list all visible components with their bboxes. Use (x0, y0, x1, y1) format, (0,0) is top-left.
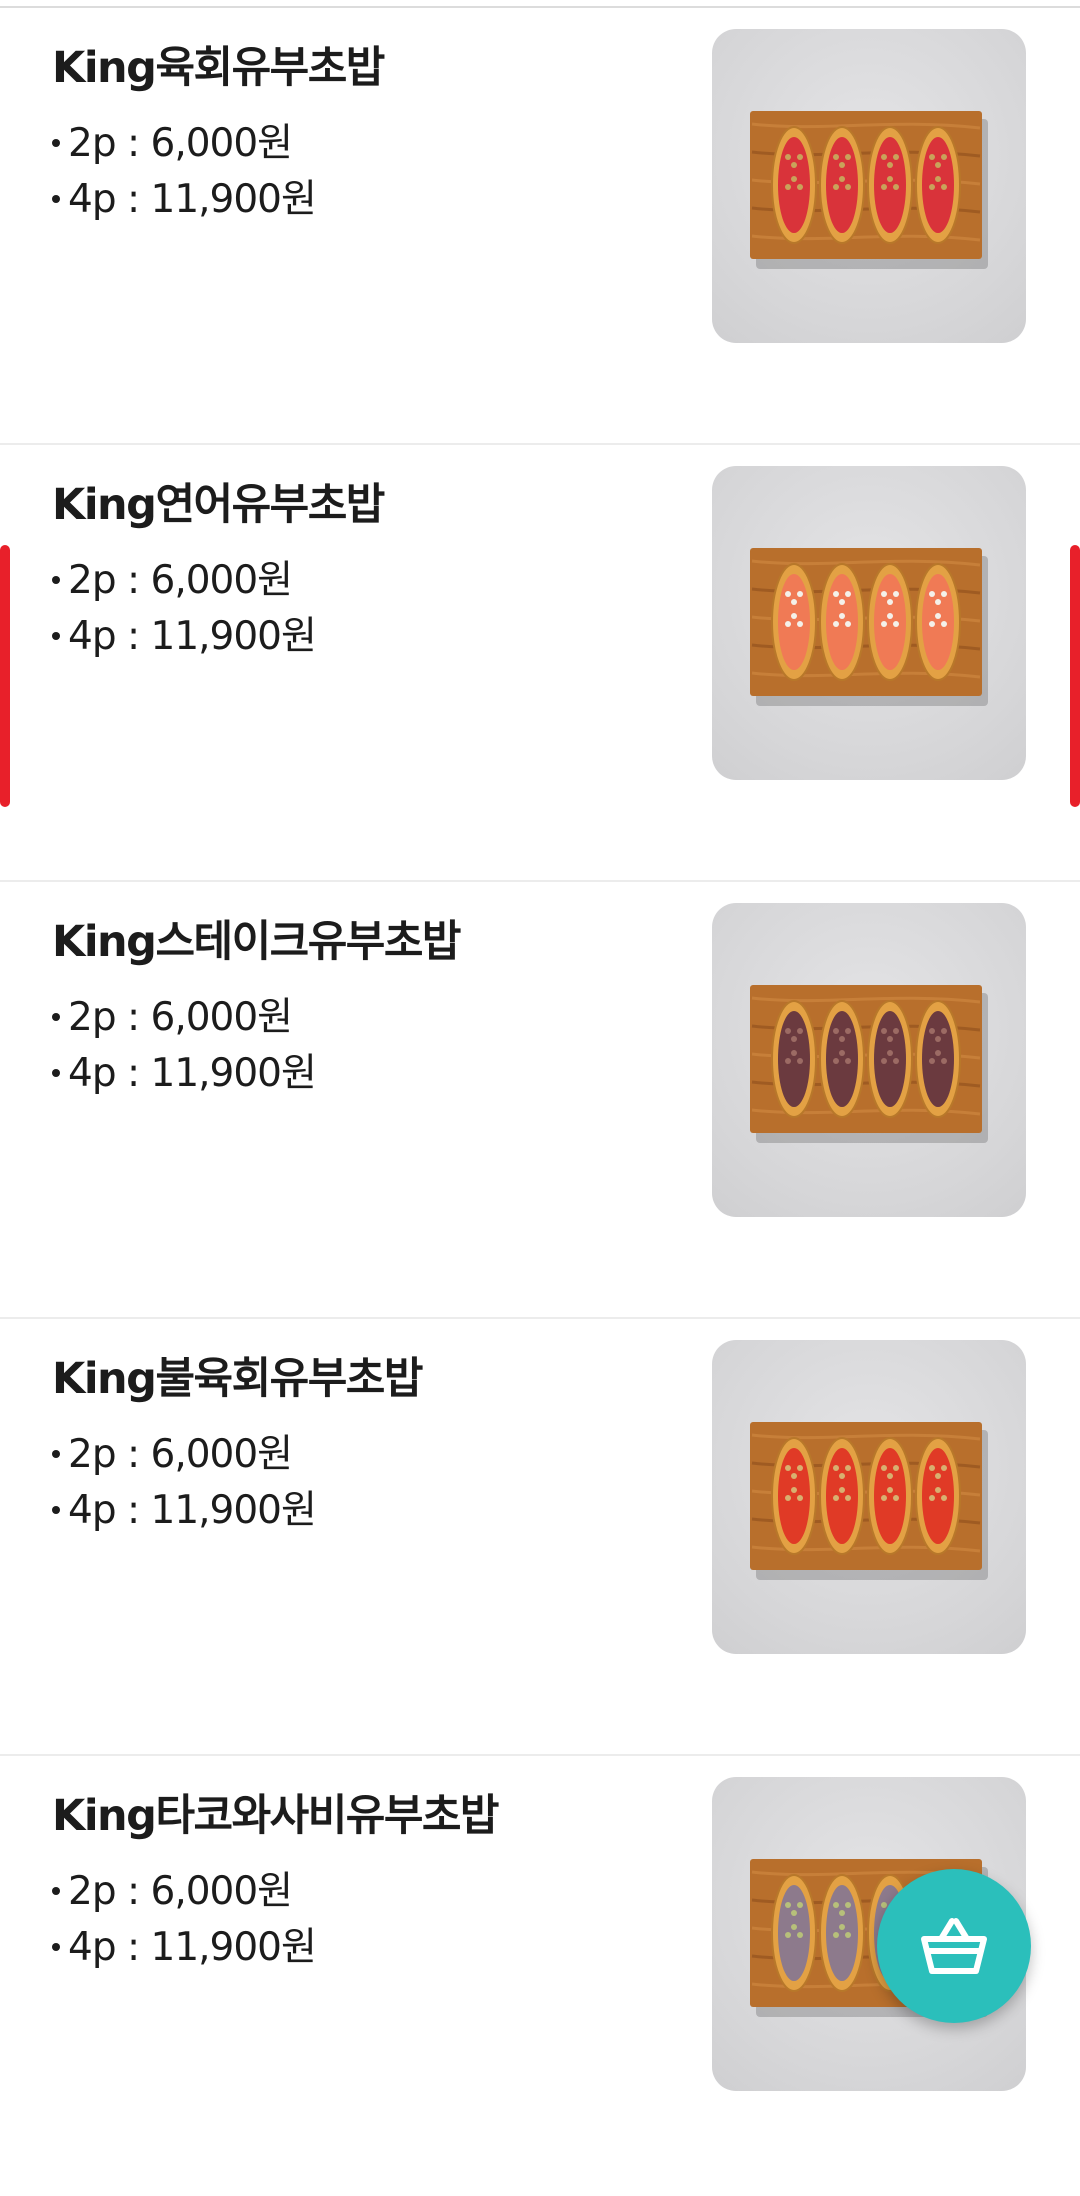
menu-item-name: King타코와사비유부초밥 (52, 1791, 500, 1841)
bullet-icon (52, 194, 60, 203)
yubu-sushi-steak-image[interactable] (712, 903, 1026, 1217)
price-option: 2p : 6,000원 (52, 1866, 293, 1918)
food-illustration (750, 985, 988, 1143)
sushi-piece (771, 1000, 817, 1118)
price-option: 2p : 6,000원 (52, 992, 293, 1044)
cart-button[interactable] (877, 1869, 1031, 2023)
sushi-piece (915, 1437, 961, 1555)
bullet-icon (52, 575, 60, 584)
price-option: 4p : 11,900원 (52, 1048, 317, 1100)
sushi-piece (819, 1000, 865, 1118)
menu-item[interactable]: King연어유부초밥 2p : 6,000원 4p : 11,900원 (0, 445, 1080, 882)
price-option: 2p : 6,000원 (52, 118, 293, 170)
left-scroll-indicator[interactable] (0, 545, 10, 807)
sushi-piece (915, 1000, 961, 1118)
menu-item-name: King연어유부초밥 (52, 480, 385, 530)
food-illustration (750, 548, 988, 706)
bullet-icon (52, 1012, 60, 1021)
menu-item-name: King육회유부초밥 (52, 43, 385, 93)
sushi-piece (771, 1437, 817, 1555)
top-divider (0, 0, 1080, 8)
price-text: 2p : 6,000원 (68, 995, 293, 1040)
menu-item[interactable]: King스테이크유부초밥 2p : 6,000원 4p : 11,900원 (0, 882, 1080, 1319)
shopping-basket-icon (921, 1918, 987, 1974)
bullet-icon (52, 1505, 60, 1514)
bullet-icon (52, 1886, 60, 1895)
sushi-piece (867, 1437, 913, 1555)
price-text: 2p : 6,000원 (68, 121, 293, 166)
price-text: 2p : 6,000원 (68, 1432, 293, 1477)
sushi-piece (867, 1000, 913, 1118)
bullet-icon (52, 631, 60, 640)
sushi-piece (867, 563, 913, 681)
sushi-piece (819, 1874, 865, 1992)
sushi-piece (771, 563, 817, 681)
price-text: 2p : 6,000원 (68, 558, 293, 603)
bullet-icon (52, 1068, 60, 1077)
sushi-piece (915, 126, 961, 244)
price-text: 4p : 11,900원 (68, 1488, 317, 1533)
bullet-icon (52, 1449, 60, 1458)
sushi-piece (771, 126, 817, 244)
food-illustration (750, 1422, 988, 1580)
price-option: 4p : 11,900원 (52, 1485, 317, 1537)
price-option: 4p : 11,900원 (52, 611, 317, 663)
sushi-piece (819, 1437, 865, 1555)
price-text: 2p : 6,000원 (68, 1869, 293, 1914)
price-text: 4p : 11,900원 (68, 614, 317, 659)
sushi-piece (867, 126, 913, 244)
price-text: 4p : 11,900원 (68, 1051, 317, 1096)
menu-item-name: King스테이크유부초밥 (52, 917, 461, 967)
food-illustration (750, 111, 988, 269)
bullet-icon (52, 138, 60, 147)
menu-item-name: King불육회유부초밥 (52, 1354, 423, 1404)
sushi-piece (819, 126, 865, 244)
menu-item[interactable]: King육회유부초밥 2p : 6,000원 4p : 11,900원 (0, 8, 1080, 445)
price-option: 4p : 11,900원 (52, 1922, 317, 1974)
yubu-sushi-spicy-beef-tartare-image[interactable] (712, 1340, 1026, 1654)
sushi-piece (771, 1874, 817, 1992)
menu-item[interactable]: King불육회유부초밥 2p : 6,000원 4p : 11,900원 (0, 1319, 1080, 1756)
sushi-piece (915, 563, 961, 681)
price-text: 4p : 11,900원 (68, 1925, 317, 1970)
price-option: 2p : 6,000원 (52, 1429, 293, 1481)
bullet-icon (52, 1942, 60, 1951)
price-option: 4p : 11,900원 (52, 174, 317, 226)
price-text: 4p : 11,900원 (68, 177, 317, 222)
yubu-sushi-beef-tartare-image[interactable] (712, 29, 1026, 343)
menu-list: King육회유부초밥 2p : 6,000원 4p : 11,900원 King… (0, 8, 1080, 2196)
price-option: 2p : 6,000원 (52, 555, 293, 607)
sushi-piece (819, 563, 865, 681)
yubu-sushi-salmon-image[interactable] (712, 466, 1026, 780)
right-scroll-indicator[interactable] (1070, 545, 1080, 807)
